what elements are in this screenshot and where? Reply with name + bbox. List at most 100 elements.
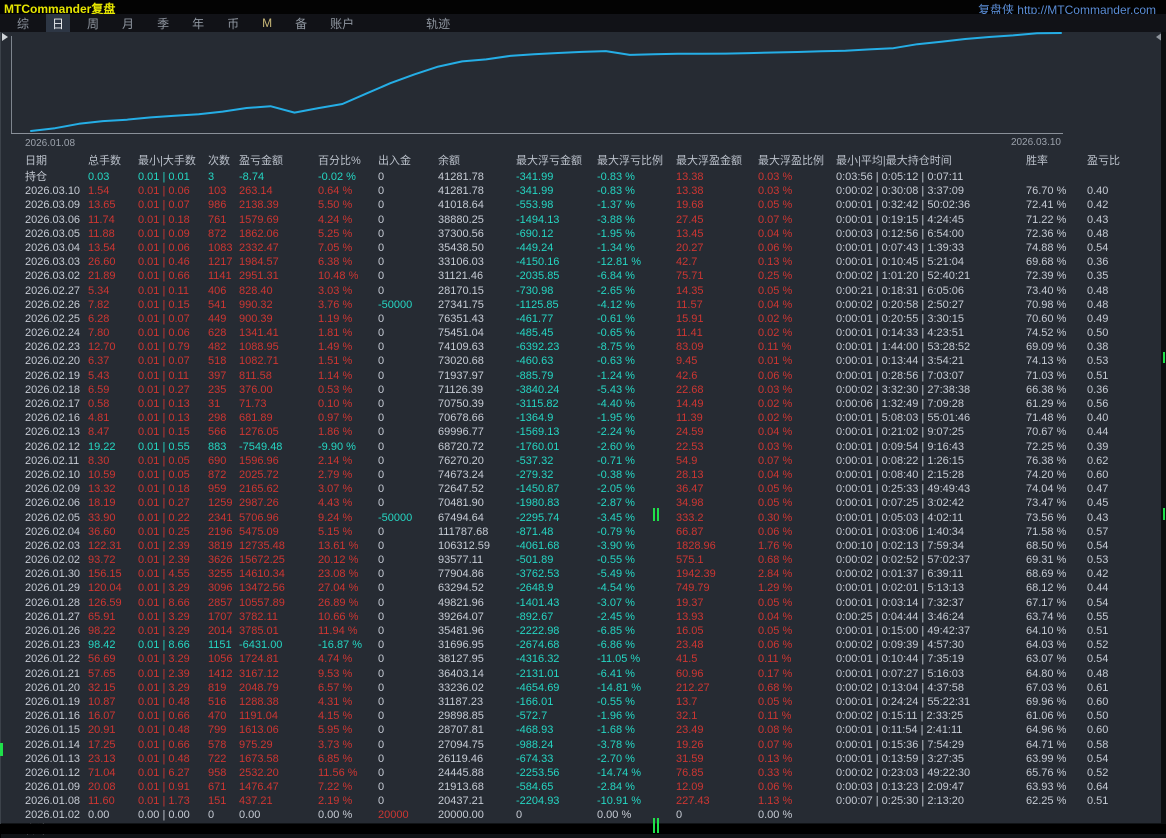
cell-balance: 20000.00	[438, 808, 516, 822]
cell-balance: 76270.20	[438, 454, 516, 468]
menu-item-7[interactable]: M	[256, 15, 278, 31]
menu-item-2[interactable]: 周	[81, 14, 105, 33]
col-header-winrate[interactable]: 胜率	[1026, 152, 1087, 170]
table-row[interactable]: 2026.01.2032.150.01 | 3.298192048.796.57…	[1, 681, 1166, 695]
cell-count: 566	[208, 425, 239, 439]
split-handle-bottom[interactable]	[653, 818, 655, 833]
table-row[interactable]: 2026.01.2398.420.01 | 8.661151-6431.00-1…	[1, 638, 1166, 652]
chart-left-arrow-icon[interactable]	[2, 33, 8, 41]
menu-item-6[interactable]: 币	[221, 14, 245, 33]
col-header-maxfppct[interactable]: 最大浮盈比例	[758, 152, 836, 170]
cell-winrate: 70.67 %	[1026, 425, 1087, 439]
cell-profit: 2987.26	[239, 496, 318, 510]
cell-minmax: 0.01 | 0.05	[138, 468, 208, 482]
vertical-scrollbar[interactable]	[1161, 32, 1166, 824]
cell-profit: 10557.89	[239, 596, 318, 610]
table-row[interactable]: 2026.02.195.430.01 | 0.11397811.581.14 %…	[1, 369, 1166, 383]
table-row[interactable]: 2026.01.020.000.00 | 0.0000.000.00 %2000…	[1, 808, 1166, 822]
col-header-maxddpct[interactable]: 最大浮亏比例	[597, 152, 676, 170]
col-header-maxdd[interactable]: 最大浮亏金额	[516, 152, 597, 170]
table-row[interactable]: 2026.01.2765.910.01 | 3.2917073782.1110.…	[1, 610, 1166, 624]
table-row[interactable]: 2026.02.170.580.01 | 0.133171.730.10 %07…	[1, 397, 1166, 411]
table-row[interactable]: 2026.03.0221.890.01 | 0.6611412951.3110.…	[1, 269, 1166, 283]
table-row[interactable]: 2026.02.186.590.01 | 0.27235376.000.53 %…	[1, 383, 1166, 397]
cell-holdtime: 0:00:01 | 0:09:54 | 9:16:43	[836, 440, 1026, 454]
menu-item-10[interactable]: 轨迹	[420, 14, 456, 33]
table-row[interactable]: 2026.01.2698.220.01 | 3.2920143785.0111.…	[1, 624, 1166, 638]
table-row[interactable]: 2026.02.0533.900.01 | 0.2223415706.969.2…	[1, 511, 1166, 525]
table-row[interactable]: 2026.03.0913.650.01 | 0.079862138.395.50…	[1, 198, 1166, 212]
col-header-count[interactable]: 次数	[208, 152, 239, 170]
table-row[interactable]: 2026.01.2256.690.01 | 3.2910561724.814.7…	[1, 652, 1166, 666]
menu-item-1[interactable]: 日	[46, 14, 70, 33]
cell-minmax: 0.01 | 0.25	[138, 525, 208, 539]
table-row[interactable]: 2026.02.0293.720.01 | 2.39362615672.2520…	[1, 553, 1166, 567]
table-row[interactable]: 2026.01.28126.590.01 | 8.66285710557.892…	[1, 596, 1166, 610]
table-row[interactable]: 2026.01.1910.870.01 | 0.485161288.384.31…	[1, 695, 1166, 709]
cell-balance: 67494.64	[438, 511, 516, 525]
table-row[interactable]: 2026.02.03122.310.01 | 2.39381912735.481…	[1, 539, 1166, 553]
table-row[interactable]: 2026.02.267.820.01 | 0.15541990.323.76 %…	[1, 298, 1166, 312]
split-handle-mid-2[interactable]	[657, 508, 659, 521]
table-row[interactable]: 2026.01.1271.040.01 | 6.279582532.2011.5…	[1, 766, 1166, 780]
scroll-indicator-2[interactable]	[1163, 508, 1165, 520]
cell-maxfppct: 0.11 %	[758, 709, 836, 723]
col-header-lots[interactable]: 总手数	[88, 152, 138, 170]
cell-cashflow: 0	[378, 241, 438, 255]
col-header-balance[interactable]: 余额	[438, 152, 516, 170]
table-row[interactable]: 持仓0.030.01 | 0.013-8.74-0.02 %041281.78-…	[1, 170, 1166, 184]
table-row[interactable]: 2026.03.0611.740.01 | 0.187611579.694.24…	[1, 213, 1166, 227]
col-header-pct[interactable]: 百分比%	[318, 152, 378, 170]
table-row[interactable]: 2026.01.0920.080.01 | 0.916711476.477.22…	[1, 780, 1166, 794]
cell-holdtime: 0:00:21 | 0:18:31 | 6:05:06	[836, 284, 1026, 298]
cell-lots: 6.28	[88, 312, 138, 326]
menu-item-4[interactable]: 季	[151, 14, 175, 33]
table-row[interactable]: 2026.02.164.810.01 | 0.13298681.890.97 %…	[1, 411, 1166, 425]
col-header-cashflow[interactable]: 出入金	[378, 152, 438, 170]
table-row[interactable]: 2026.03.0326.600.01 | 0.4612171984.576.3…	[1, 255, 1166, 269]
split-handle-bottom-2[interactable]	[657, 818, 659, 833]
table-row[interactable]: 2026.01.0811.600.01 | 1.73151437.212.19 …	[1, 794, 1166, 808]
col-header-profit[interactable]: 盈亏金额	[239, 152, 318, 170]
table-row[interactable]: 2026.02.138.470.01 | 0.155661276.051.86 …	[1, 425, 1166, 439]
table-row[interactable]: 2026.01.1616.070.01 | 0.664701191.044.15…	[1, 709, 1166, 723]
table-row[interactable]: 2026.02.0436.600.01 | 0.2521965475.095.1…	[1, 525, 1166, 539]
table-row[interactable]: 2026.01.1520.910.01 | 0.487991613.065.95…	[1, 723, 1166, 737]
menu-item-5[interactable]: 年	[186, 14, 210, 33]
cell-maxdd: -461.77	[516, 312, 597, 326]
table-row[interactable]: 2026.01.29120.040.01 | 3.29309613472.562…	[1, 581, 1166, 595]
table-row[interactable]: 2026.01.30156.150.01 | 4.55325514610.342…	[1, 567, 1166, 581]
table-row[interactable]: 2026.02.0618.190.01 | 0.2712592987.264.4…	[1, 496, 1166, 510]
table-row[interactable]: 2026.01.1417.250.01 | 0.66578975.293.73 …	[1, 738, 1166, 752]
table-row[interactable]: 2026.03.0511.880.01 | 0.098721862.065.25…	[1, 227, 1166, 241]
table-row[interactable]: 2026.02.1219.220.01 | 0.55883-7549.48-9.…	[1, 440, 1166, 454]
table-row[interactable]: 2026.02.256.280.01 | 0.07449900.391.19 %…	[1, 312, 1166, 326]
col-header-holdtime[interactable]: 最小|平均|最大持仓时间	[836, 152, 1026, 170]
col-header-date[interactable]: 日期	[25, 152, 88, 170]
col-header-minmax[interactable]: 最小|大手数	[138, 152, 208, 170]
table-row[interactable]: 2026.02.118.300.01 | 0.056901596.962.14 …	[1, 454, 1166, 468]
cell-maxfppct: 0.25 %	[758, 269, 836, 283]
table-row[interactable]: 2026.02.2312.700.01 | 0.794821088.951.49…	[1, 340, 1166, 354]
table-row[interactable]: 2026.02.206.370.01 | 0.075181082.711.51 …	[1, 354, 1166, 368]
cell-profit: 1984.57	[239, 255, 318, 269]
table-row[interactable]: 2026.02.0913.320.01 | 0.189592165.623.07…	[1, 482, 1166, 496]
menu-item-9[interactable]: 账户	[324, 14, 360, 33]
scroll-indicator-1[interactable]	[1163, 352, 1165, 363]
table-row[interactable]: 2026.02.247.800.01 | 0.066281341.411.81 …	[1, 326, 1166, 340]
table-row[interactable]: 2026.01.2157.650.01 | 2.3914123167.129.5…	[1, 667, 1166, 681]
table-row[interactable]: 2026.02.275.340.01 | 0.11406828.403.03 %…	[1, 284, 1166, 298]
col-header-maxfp[interactable]: 最大浮盈金额	[676, 152, 758, 170]
cell-cashflow: 0	[378, 667, 438, 681]
table-row[interactable]: 2026.02.1010.590.01 | 0.058722025.722.79…	[1, 468, 1166, 482]
table-row[interactable]: 2026.03.101.540.01 | 0.06103263.140.64 %…	[1, 184, 1166, 198]
table-row[interactable]: 2026.01.1323.130.01 | 0.487221673.586.85…	[1, 752, 1166, 766]
scroll-indicator-left[interactable]	[0, 743, 3, 756]
col-header-plratio[interactable]: 盈亏比	[1087, 152, 1147, 170]
menu-item-8[interactable]: 备	[289, 14, 313, 33]
menu-item-3[interactable]: 月	[116, 14, 140, 33]
table-row[interactable]: 2026.03.0413.540.01 | 0.0610832332.477.0…	[1, 241, 1166, 255]
cell-maxdd: -2131.01	[516, 667, 597, 681]
split-handle-mid[interactable]	[653, 508, 655, 521]
menu-item-0[interactable]: 综	[11, 14, 35, 33]
